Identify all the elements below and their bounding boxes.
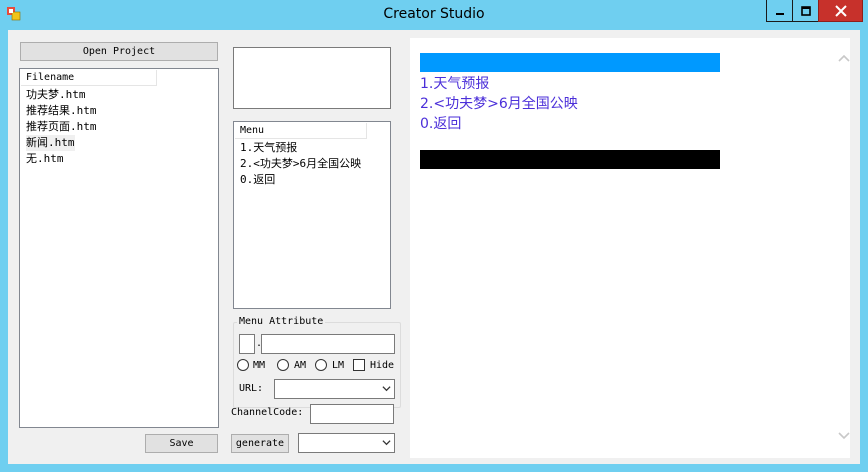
menu-attribute-label: Menu Attribute — [237, 316, 326, 327]
radio-lm-label: LM — [332, 360, 345, 371]
scroll-down-icon[interactable] — [838, 430, 850, 440]
maximize-button[interactable] — [792, 0, 819, 22]
menu-list[interactable]: Menu 1.天气预报 2.<功夫梦>6月全国公映 0.返回 — [233, 121, 391, 309]
generate-select[interactable] — [298, 433, 395, 453]
list-item[interactable]: 推荐结果.htm — [26, 103, 97, 119]
open-project-button[interactable]: Open Project — [20, 42, 218, 61]
client-area: Open Project Filename 功夫梦.htm 推荐结果.htm 推… — [8, 30, 860, 464]
window-title: Creator Studio — [383, 6, 485, 22]
list-item[interactable]: 1.天气预报 — [240, 140, 297, 156]
preview-panel[interactable]: 1.天气预报 2.<功夫梦>6月全国公映 0.返回 — [410, 38, 850, 458]
list-item[interactable]: 新闻.htm — [26, 135, 75, 151]
menu-column-header[interactable]: Menu — [235, 123, 367, 139]
file-list[interactable]: Filename 功夫梦.htm 推荐结果.htm 推荐页面.htm 新闻.ht… — [19, 68, 219, 428]
minimize-icon — [775, 12, 784, 15]
list-item[interactable]: 功夫梦.htm — [26, 87, 86, 103]
radio-am[interactable] — [277, 359, 289, 371]
title-bar[interactable]: Creator Studio — [0, 0, 868, 30]
preview-text-box[interactable] — [233, 47, 391, 109]
chevron-down-icon — [382, 386, 391, 392]
preview-footer-bar — [420, 150, 720, 169]
url-label: URL: — [239, 383, 264, 394]
save-button[interactable]: Save — [145, 434, 218, 453]
preview-header-bar — [420, 53, 720, 72]
preview-line[interactable]: 0.返回 — [420, 113, 461, 133]
maximize-icon — [800, 5, 811, 16]
generate-button[interactable]: generate — [231, 434, 289, 453]
menu-index-input[interactable] — [239, 334, 255, 354]
channel-code-label: ChannelCode: — [231, 407, 304, 418]
minimize-button[interactable] — [766, 0, 793, 22]
preview-line[interactable]: 2.<功夫梦>6月全国公映 — [420, 93, 578, 113]
menu-text-input[interactable] — [261, 334, 395, 354]
radio-lm[interactable] — [315, 359, 327, 371]
radio-am-label: AM — [294, 360, 307, 371]
close-button[interactable] — [818, 0, 863, 22]
scroll-up-icon[interactable] — [838, 54, 850, 64]
filename-column-header[interactable]: Filename — [21, 70, 157, 86]
close-icon — [834, 4, 847, 17]
url-select[interactable] — [274, 379, 395, 399]
hide-checkbox[interactable] — [353, 359, 365, 371]
radio-mm-label: MM — [253, 360, 266, 371]
radio-mm[interactable] — [237, 359, 249, 371]
list-item[interactable]: 2.<功夫梦>6月全国公映 — [240, 156, 361, 172]
list-item[interactable]: 无.htm — [26, 151, 64, 167]
chevron-down-icon — [382, 440, 391, 446]
preview-line[interactable]: 1.天气预报 — [420, 73, 489, 93]
channel-code-input[interactable] — [310, 404, 394, 424]
hide-label: Hide — [370, 360, 395, 371]
list-item[interactable]: 0.返回 — [240, 172, 275, 188]
list-item[interactable]: 推荐页面.htm — [26, 119, 97, 135]
app-window: Creator Studio Open Project Filename 功夫梦… — [0, 0, 868, 472]
